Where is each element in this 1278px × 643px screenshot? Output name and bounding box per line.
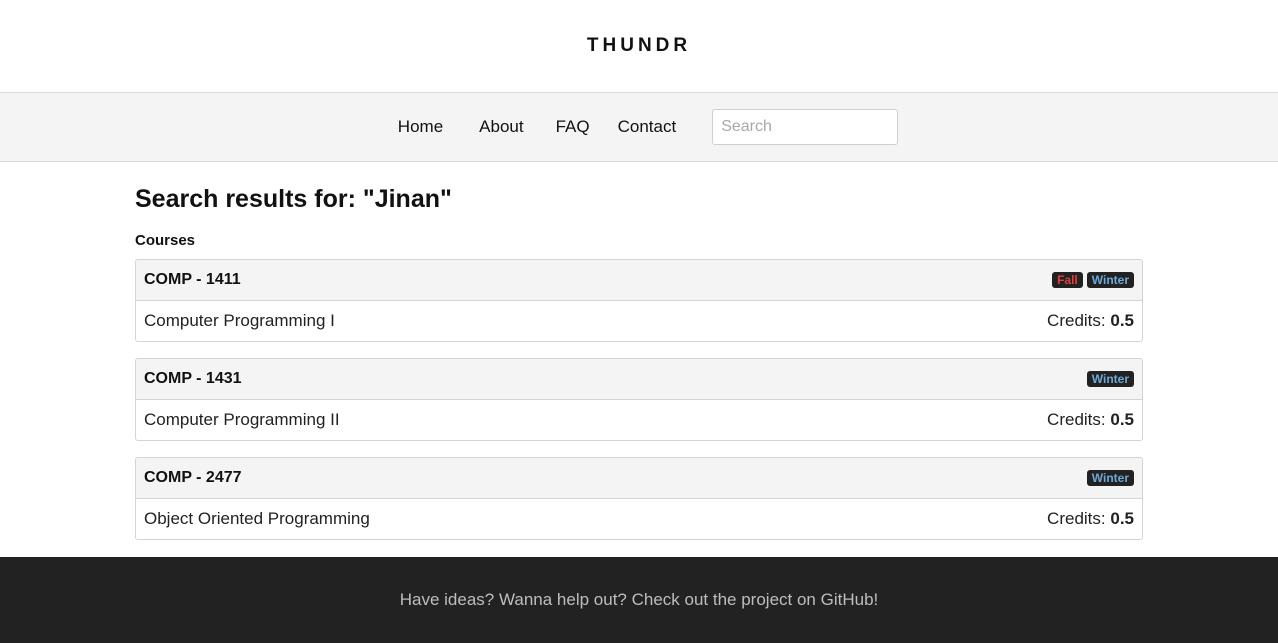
term-badge-winter: Winter bbox=[1086, 272, 1134, 288]
github-project-link[interactable]: Have ideas? Wanna help out? Check out th… bbox=[400, 590, 879, 610]
course-card-header: COMP - 1411 Fall Winter bbox=[136, 260, 1142, 301]
site-footer: Have ideas? Wanna help out? Check out th… bbox=[0, 557, 1278, 643]
course-card-header: COMP - 1431 Winter bbox=[136, 359, 1142, 400]
course-card-body: Computer Programming II Credits: 0.5 bbox=[136, 400, 1142, 440]
term-badges: Winter bbox=[1086, 371, 1134, 387]
course-code[interactable]: COMP - 1411 bbox=[144, 271, 241, 289]
course-card-body: Object Oriented Programming Credits: 0.5 bbox=[136, 499, 1142, 539]
credits-value: 0.5 bbox=[1110, 410, 1134, 429]
nav-link-about[interactable]: About bbox=[479, 117, 523, 137]
course-name: Computer Programming II bbox=[144, 410, 340, 429]
course-credits: Credits: 0.5 bbox=[1047, 509, 1134, 529]
search-input[interactable] bbox=[712, 109, 899, 145]
course-name: Object Oriented Programming bbox=[144, 509, 370, 528]
term-badges: Fall Winter bbox=[1052, 272, 1134, 288]
nav-link-faq[interactable]: FAQ bbox=[556, 117, 590, 137]
course-card-body: Computer Programming I Credits: 0.5 bbox=[136, 301, 1142, 341]
credits-value: 0.5 bbox=[1110, 509, 1134, 528]
brand-logo-link[interactable]: THUNDR bbox=[587, 35, 691, 57]
main-navbar: Home About FAQ Contact bbox=[0, 92, 1278, 162]
course-card[interactable]: COMP - 2477 Winter Object Oriented Progr… bbox=[135, 457, 1143, 540]
brand-bar: THUNDR bbox=[0, 0, 1278, 92]
term-badge-winter: Winter bbox=[1086, 470, 1134, 486]
credits-label: Credits: bbox=[1047, 509, 1106, 528]
term-badge-fall: Fall bbox=[1052, 272, 1083, 288]
course-card[interactable]: COMP - 1431 Winter Computer Programming … bbox=[135, 358, 1143, 441]
course-card[interactable]: COMP - 1411 Fall Winter Computer Program… bbox=[135, 259, 1143, 342]
credits-value: 0.5 bbox=[1110, 311, 1134, 330]
credits-label: Credits: bbox=[1047, 311, 1106, 330]
course-credits: Credits: 0.5 bbox=[1047, 311, 1134, 331]
credits-label: Credits: bbox=[1047, 410, 1106, 429]
course-credits: Credits: 0.5 bbox=[1047, 410, 1134, 430]
course-name: Computer Programming I bbox=[144, 311, 335, 330]
page-title: Search results for: "Jinan" bbox=[135, 185, 452, 213]
course-code[interactable]: COMP - 2477 bbox=[144, 469, 242, 487]
course-code[interactable]: COMP - 1431 bbox=[144, 370, 242, 388]
term-badges: Winter bbox=[1086, 470, 1134, 486]
course-card-header: COMP - 2477 Winter bbox=[136, 458, 1142, 499]
nav-link-home[interactable]: Home bbox=[398, 117, 443, 137]
term-badge-winter: Winter bbox=[1086, 371, 1134, 387]
nav-link-contact[interactable]: Contact bbox=[618, 117, 677, 137]
courses-heading: Courses bbox=[135, 232, 196, 249]
search-results: Search results for: "Jinan" Courses COMP… bbox=[135, 184, 1143, 540]
